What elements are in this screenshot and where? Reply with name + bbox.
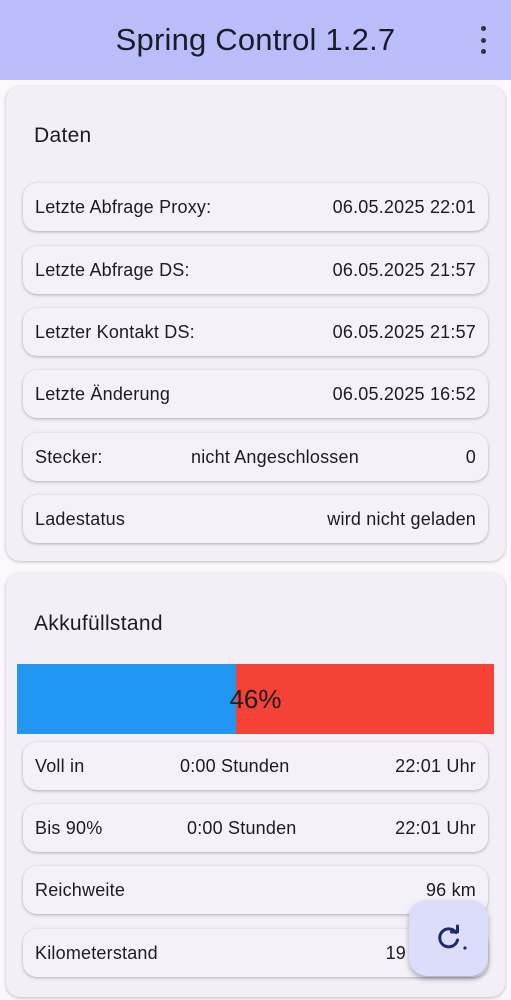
row-label: Voll in	[35, 756, 85, 776]
row-value: 06.05.2025 16:52	[332, 384, 476, 404]
akku-title: Akkufüllstand	[34, 612, 163, 635]
row-label: Bis 90%	[35, 818, 103, 838]
row-value: 06.05.2025 21:57	[332, 260, 476, 280]
row-value: 22:01 Uhr	[395, 756, 476, 776]
battery-level-bar: 46%	[17, 664, 494, 734]
row-letzte-abfrage-proxy: Letzte Abfrage Proxy: 06.05.2025 22:01	[23, 183, 488, 231]
row-letzte-aenderung: Letzte Änderung 06.05.2025 16:52	[23, 370, 488, 418]
row-middle: 0:00 Stunden	[180, 756, 290, 776]
row-middle: 0:00 Stunden	[187, 818, 297, 838]
row-value: 19	[385, 943, 406, 963]
row-label: Letzter Kontakt DS:	[35, 322, 195, 342]
row-label: Reichweite	[35, 880, 126, 900]
more-vert-icon[interactable]	[477, 26, 489, 54]
row-letzte-abfrage-ds: Letzte Abfrage DS: 06.05.2025 21:57	[23, 246, 488, 294]
row-label: Ladestatus	[35, 509, 126, 529]
row-value: 0	[465, 447, 476, 467]
row-ladestatus: Ladestatus wird nicht geladen	[23, 495, 488, 543]
row-value: 22:01 Uhr	[395, 818, 476, 838]
row-label: Stecker:	[35, 447, 103, 467]
row-middle: nicht Angeschlossen	[191, 447, 359, 467]
row-bis-90: Bis 90% 0:00 Stunden 22:01 Uhr	[23, 804, 488, 852]
app-title: Spring Control 1.2.7	[115, 22, 396, 57]
row-stecker: Stecker: nicht Angeschlossen 0	[23, 433, 488, 481]
daten-title: Daten	[34, 124, 92, 147]
row-label: Kilometerstand	[35, 943, 158, 963]
row-value: 06.05.2025 22:01	[332, 197, 476, 217]
row-value: 96 km	[425, 880, 476, 900]
row-value: wird nicht geladen	[327, 509, 476, 529]
battery-level-label: 46%	[229, 683, 282, 714]
refresh-button[interactable]	[409, 900, 488, 976]
row-letzter-kontakt-ds: Letzter Kontakt DS: 06.05.2025 21:57	[23, 308, 488, 356]
app-bar: Spring Control 1.2.7	[0, 0, 511, 80]
row-label: Letzte Änderung	[35, 384, 171, 404]
row-voll-in: Voll in 0:00 Stunden 22:01 Uhr	[23, 742, 488, 790]
row-value: 06.05.2025 21:57	[332, 322, 476, 342]
refresh-icon	[437, 924, 467, 950]
row-label: Letzte Abfrage Proxy:	[35, 197, 212, 217]
row-label: Letzte Abfrage DS:	[35, 260, 190, 280]
